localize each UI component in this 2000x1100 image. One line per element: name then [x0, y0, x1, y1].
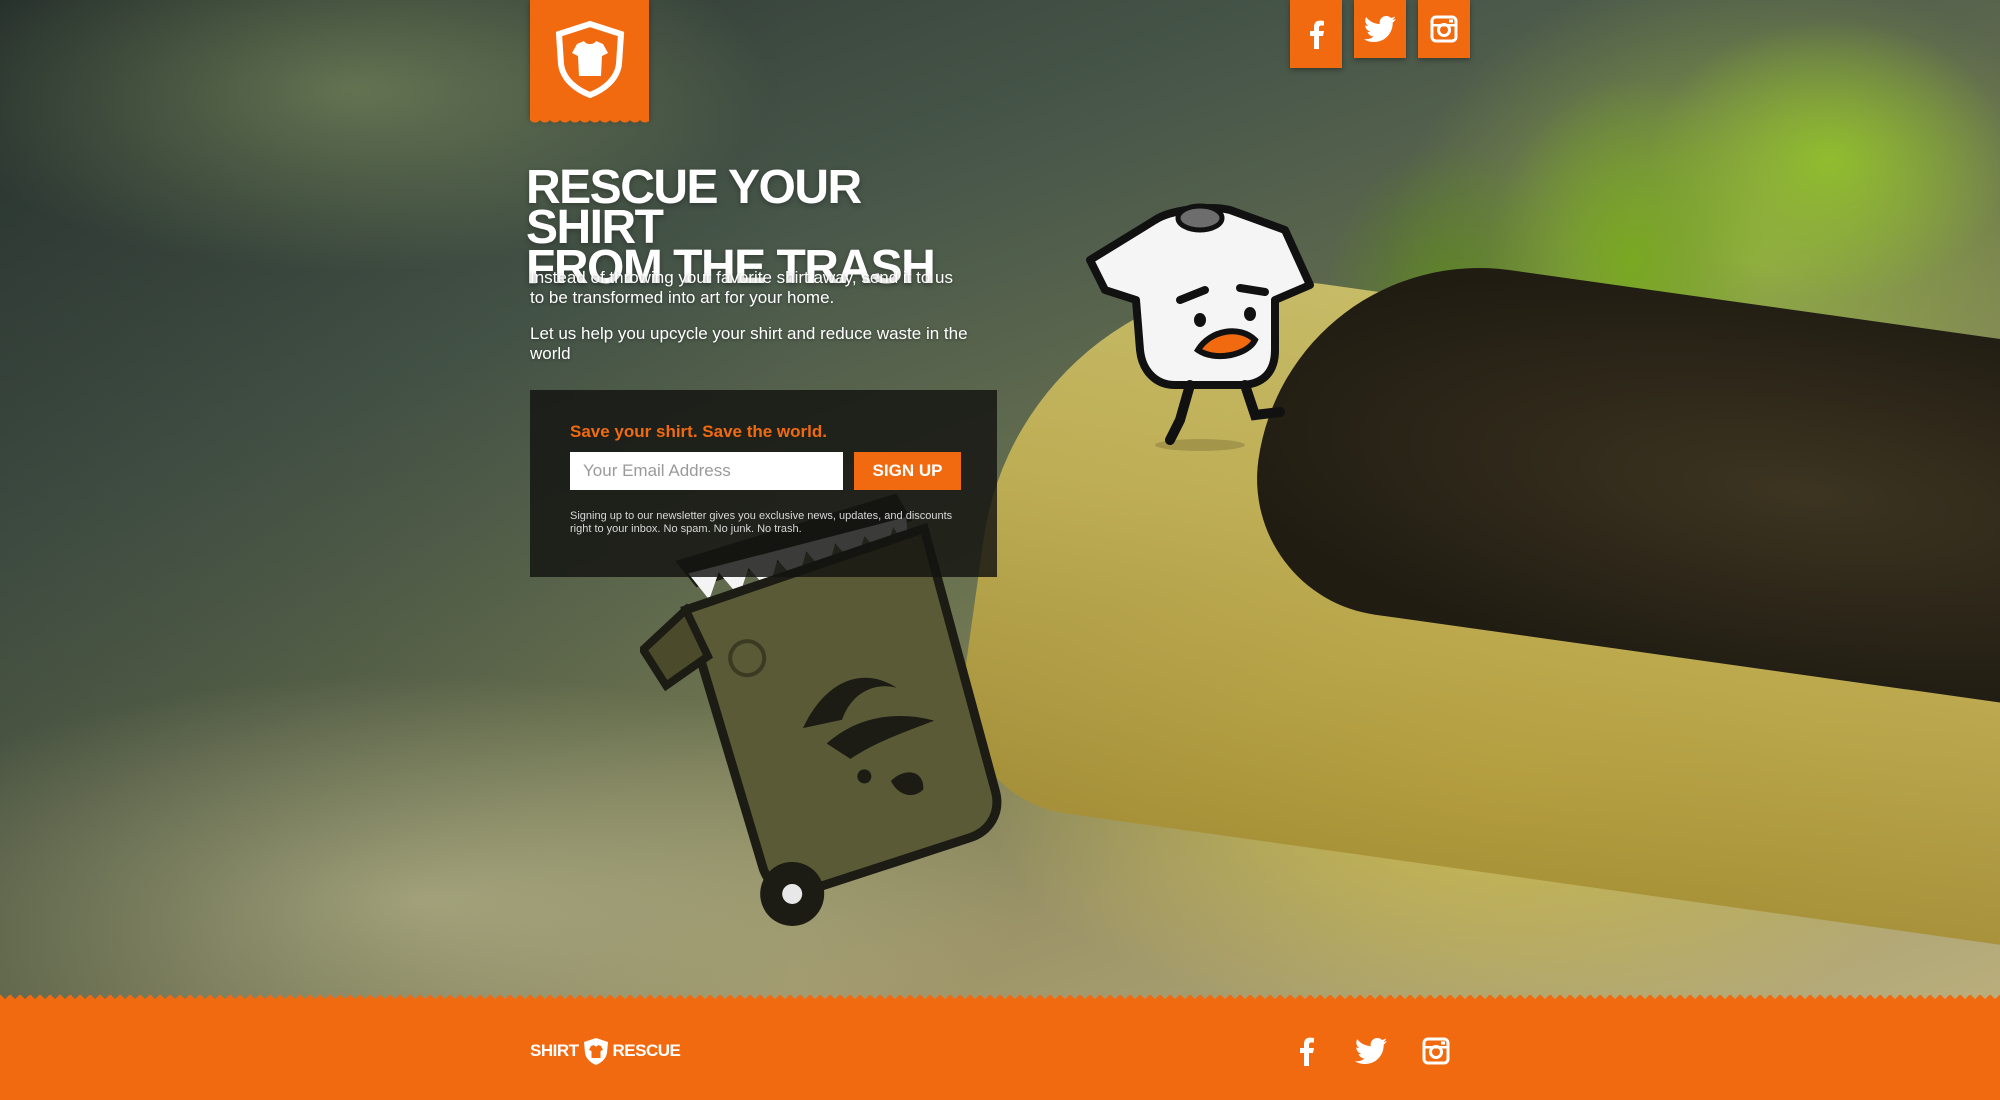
sign-up-button[interactable]: SIGN UP: [854, 452, 961, 490]
facebook-button[interactable]: [1290, 0, 1342, 68]
twitter-button[interactable]: [1354, 0, 1406, 58]
footer-logo[interactable]: SHIRT RESCUE: [530, 1035, 681, 1067]
social-links-top: [1290, 0, 1470, 68]
intro-text: Instead of throwing your favorite shirt …: [530, 268, 954, 307]
instagram-icon: [1422, 1037, 1450, 1065]
twitter-icon: [1355, 1038, 1387, 1064]
intro-text-2: Let us help you upcycle your shirt and r…: [530, 324, 968, 363]
twitter-icon: [1364, 16, 1396, 42]
footer-twitter-button[interactable]: [1355, 1033, 1387, 1069]
footer-facebook-button[interactable]: [1290, 1033, 1322, 1069]
footer-logo-shirt: SHIRT: [530, 1041, 579, 1060]
footer-logo-rescue: RESCUE: [612, 1041, 681, 1060]
signup-fine-print: Signing up to our newsletter gives you e…: [570, 510, 953, 535]
facebook-icon: [1310, 20, 1324, 49]
newsletter-signup-panel: Save your shirt. Save the world. SIGN UP…: [530, 390, 997, 577]
instagram-button[interactable]: [1418, 0, 1470, 58]
signup-tagline: Save your shirt. Save the world.: [570, 422, 827, 441]
shirt-shield-logo-icon: [583, 1038, 608, 1065]
footer: SHIRT RESCUE: [0, 995, 2000, 1100]
instagram-icon: [1430, 15, 1458, 43]
social-links-footer: [1290, 1033, 1452, 1069]
facebook-icon: [1300, 1037, 1314, 1066]
shirt-character-illustration: [1086, 203, 1314, 451]
email-input[interactable]: [570, 452, 843, 490]
shirt-shield-logo-icon: [555, 20, 624, 98]
footer-instagram-button[interactable]: [1420, 1033, 1452, 1069]
logo-badge[interactable]: [530, 0, 649, 126]
